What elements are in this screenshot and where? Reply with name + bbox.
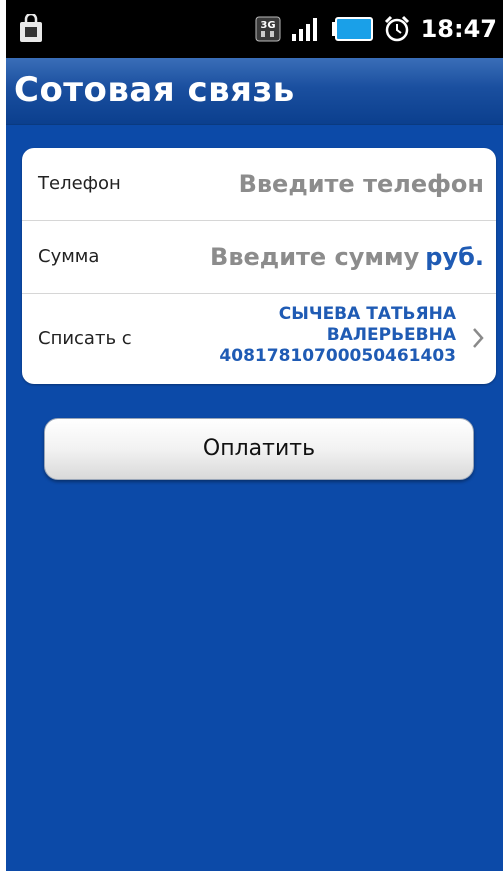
title-bar: Сотовая связь xyxy=(6,58,503,125)
status-icons: 3G xyxy=(255,14,411,44)
account-holder-line2: ВАЛЕРЬЕВНА xyxy=(326,325,456,345)
amount-input[interactable]: Введите сумму руб. xyxy=(210,243,484,271)
source-label: Списать с xyxy=(38,328,132,349)
amount-label: Сумма xyxy=(38,246,100,267)
signal-icon xyxy=(292,18,317,41)
account-number: 40817810700050461403 xyxy=(219,346,456,366)
svg-text:3G: 3G xyxy=(260,20,275,31)
amount-row[interactable]: Сумма Введите сумму руб. xyxy=(22,221,496,294)
battery-icon xyxy=(332,17,373,41)
account-holder-line1: СЫЧЕВА ТАТЬЯНА xyxy=(278,304,456,324)
amount-placeholder: Введите сумму xyxy=(210,243,420,271)
phone-row[interactable]: Телефон Введите телефон xyxy=(22,148,496,221)
phone-label: Телефон xyxy=(38,173,121,194)
alarm-icon xyxy=(384,15,410,42)
3g-icon: 3G xyxy=(255,16,281,42)
shopping-bag-icon xyxy=(20,14,42,42)
phone-input[interactable]: Введите телефон xyxy=(239,170,484,198)
page-title: Сотовая связь xyxy=(14,70,295,110)
app-screen: 3G 18:47 Сотовая связь Телефон Введите т… xyxy=(6,0,503,871)
chevron-right-icon[interactable] xyxy=(470,326,486,350)
status-bar: 3G 18:47 xyxy=(6,0,503,58)
source-row[interactable]: Списать с СЫЧЕВА ТАТЬЯНА ВАЛЕРЬЕВНА 4081… xyxy=(22,294,496,384)
pay-button[interactable]: Оплатить xyxy=(44,418,474,480)
status-time: 18:47 xyxy=(420,15,497,43)
payment-form: Телефон Введите телефон Сумма Введите су… xyxy=(22,148,496,384)
account-info: СЫЧЕВА ТАТЬЯНА ВАЛЕРЬЕВНА 40817810700050… xyxy=(219,304,456,367)
currency-label: руб. xyxy=(425,243,484,271)
